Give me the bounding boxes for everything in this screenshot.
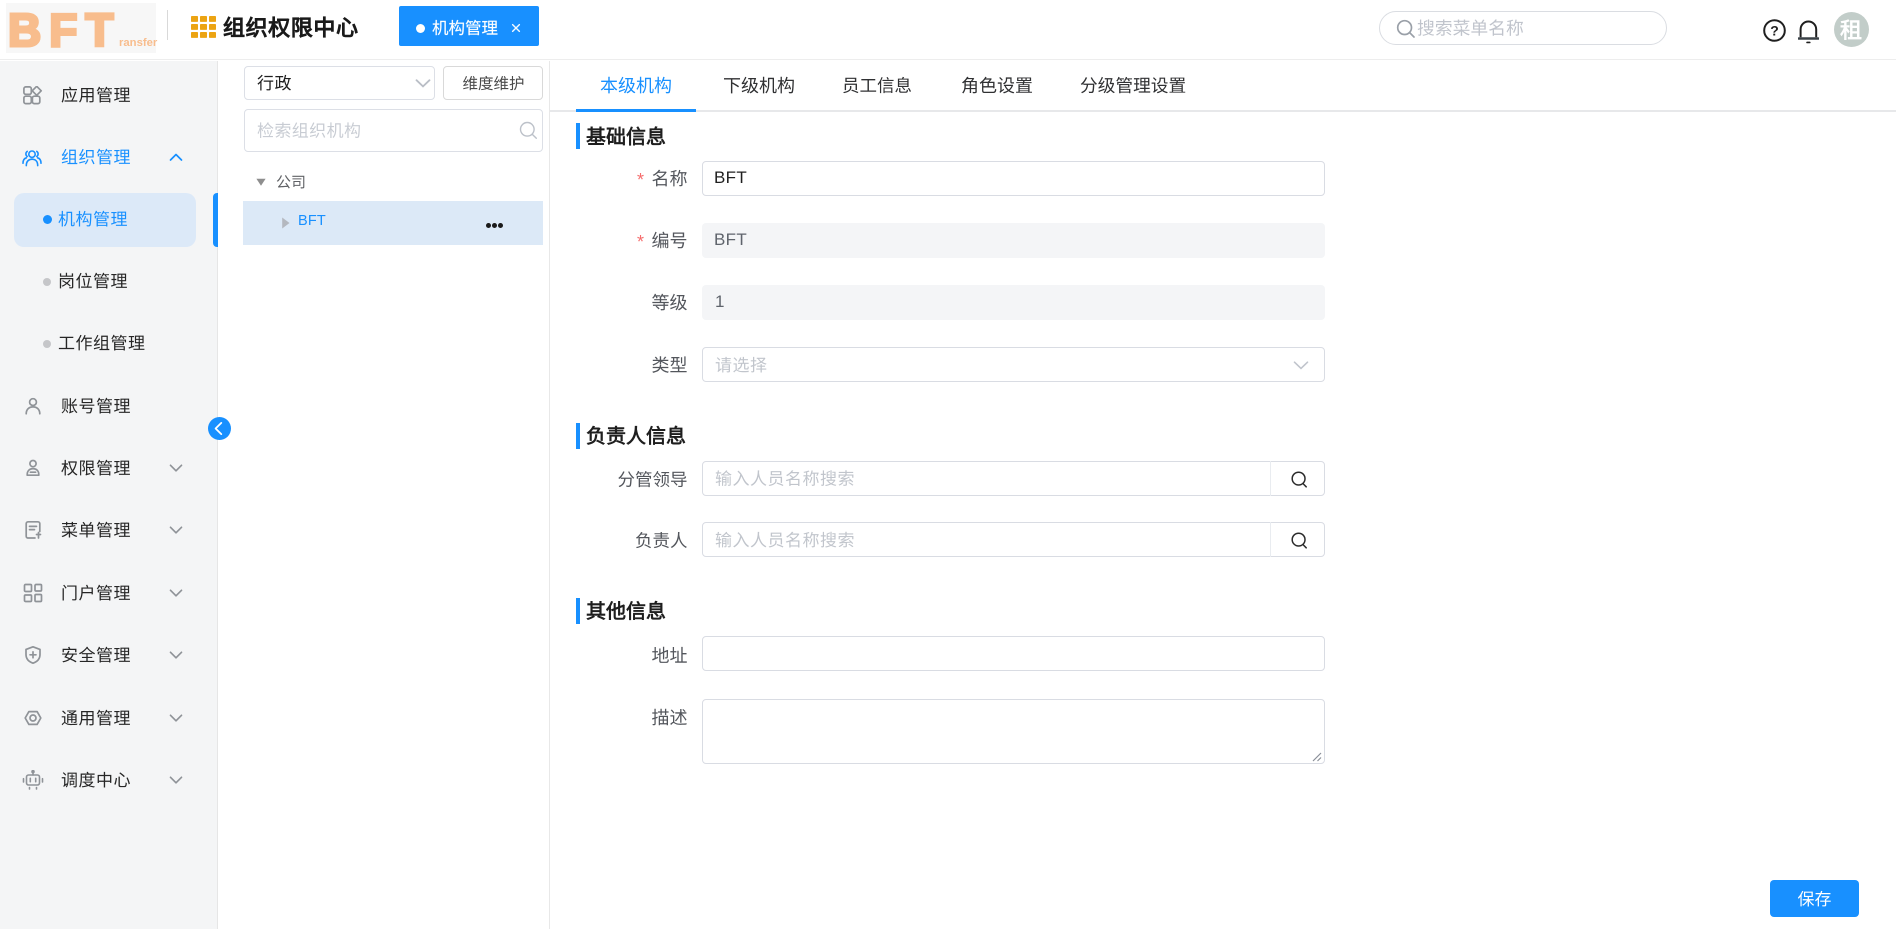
svg-text:ransfer: ransfer xyxy=(119,37,158,49)
svg-text:?: ? xyxy=(1770,22,1779,38)
svg-text:BFT: BFT xyxy=(8,4,121,56)
